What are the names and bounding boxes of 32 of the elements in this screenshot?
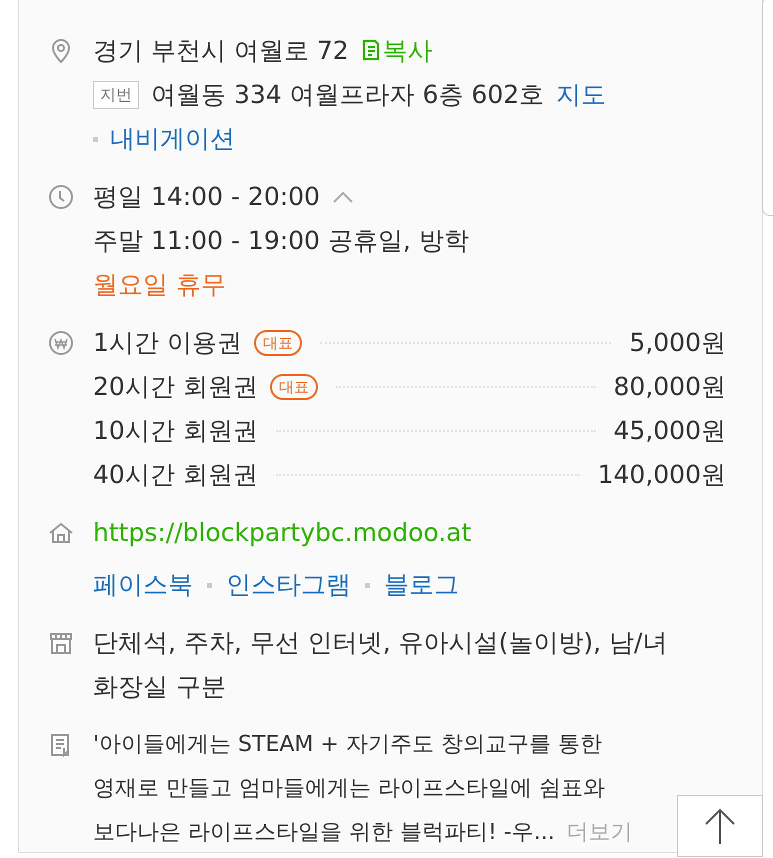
scroll-top-button[interactable] bbox=[677, 795, 763, 857]
homepage-link[interactable]: https://blockpartybc.modoo.at bbox=[93, 511, 472, 555]
price: 140,000원 bbox=[598, 459, 726, 491]
map-link[interactable]: 지도 bbox=[556, 73, 606, 117]
weekday-hours: 평일 14:00 - 20:00 bbox=[93, 181, 320, 213]
representative-badge: 대표 bbox=[270, 374, 318, 400]
copy-link[interactable]: 복사 bbox=[360, 29, 433, 73]
clock-icon bbox=[47, 183, 75, 211]
price-name: 40시간 회원권 bbox=[93, 459, 258, 491]
price: 45,000원 bbox=[614, 415, 726, 447]
price: 80,000원 bbox=[614, 371, 726, 403]
navigation-link[interactable]: 내비게이션 bbox=[110, 117, 235, 161]
copy-icon bbox=[360, 39, 381, 63]
lot-address-tag: 지번 bbox=[93, 81, 139, 109]
won-coin-icon bbox=[47, 329, 75, 357]
price-name: 10시간 회원권 bbox=[93, 415, 258, 447]
collapse-caret-icon[interactable] bbox=[332, 190, 354, 204]
representative-badge: 대표 bbox=[254, 330, 302, 356]
road-address: 경기 부천시 여월로 72 bbox=[93, 35, 349, 67]
scrollbar[interactable] bbox=[762, 0, 773, 216]
hours-line: 주말 11:00 - 19:00 공휴일, 방학 bbox=[93, 225, 469, 257]
closed-day: 월요일 휴무 bbox=[93, 263, 226, 307]
price-name: 1시간 이용권 bbox=[93, 327, 242, 359]
social-link[interactable]: 블로그 bbox=[384, 563, 459, 607]
up-arrow-icon bbox=[703, 806, 737, 846]
social-link[interactable]: 페이스북 bbox=[93, 563, 193, 607]
lot-address: 여월동 334 여월프라자 6층 602호 bbox=[151, 79, 544, 111]
description-text: '아이들에게는 STEAM + 자기주도 창의교구를 통한 영재로 만들고 엄마들에게는 라이프스타일에 쉼표와 보다나은 라이프스타일을 위한 블럭파티! -우... 더보기 bbox=[93, 731, 634, 847]
social-link[interactable]: 인스타그램 bbox=[226, 563, 351, 607]
facilities-text: 단체석, 주차, 무선 인터넷, 유아시설(놀이방), 남/녀 화장실 구분 bbox=[93, 627, 668, 703]
price-name: 20시간 회원권 bbox=[93, 371, 258, 403]
price: 5,000원 bbox=[629, 327, 726, 359]
